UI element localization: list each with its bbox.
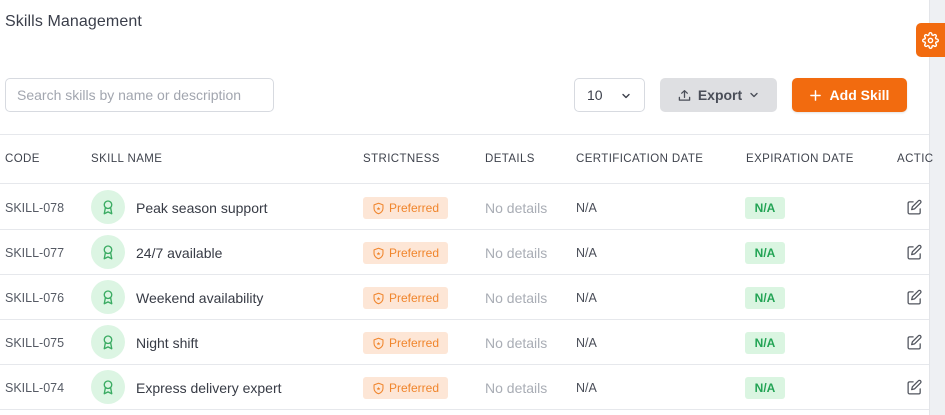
export-label: Export [697, 87, 743, 103]
shield-star-icon [373, 292, 384, 304]
column-header-certification-date[interactable]: CERTIFICATION DATE [576, 153, 703, 165]
expiration-date-badge: N/A [745, 242, 785, 264]
pencil-icon [906, 334, 922, 350]
page-size-select[interactable]: 10 [574, 78, 645, 112]
column-header-expiration-date[interactable]: EXPIRATION DATE [746, 153, 854, 165]
strictness-label: Preferred [389, 291, 440, 305]
expiration-date-badge: N/A [745, 377, 785, 399]
export-button[interactable]: Export [660, 78, 777, 112]
skill-details: No details [485, 334, 548, 351]
skill-name: 24/7 available [136, 244, 223, 261]
pencil-icon [906, 199, 922, 215]
shield-star-icon [373, 382, 384, 394]
skill-code: SKILL-078 [5, 200, 65, 215]
award-icon [103, 290, 113, 305]
skill-details: No details [485, 199, 548, 216]
strictness-label: Preferred [389, 246, 440, 260]
settings-button[interactable] [916, 23, 945, 57]
strictness-badge: Preferred [363, 332, 449, 354]
strictness-badge: Preferred [363, 287, 449, 309]
shield-star-icon [373, 247, 384, 259]
table-row[interactable]: SKILL-077 24/7 available Preferred No detai… [0, 230, 929, 275]
certification-date: N/A [576, 245, 597, 260]
strictness-badge: Preferred [363, 377, 449, 399]
column-header-details[interactable]: DETAILS [485, 153, 535, 165]
table-header: CODE SKILL NAME STRICTNESS DETAILS CERTI… [0, 135, 933, 184]
chevron-down-icon [622, 93, 630, 99]
column-header-code[interactable]: CODE [5, 153, 40, 165]
edit-button[interactable] [905, 378, 923, 396]
search-input[interactable] [5, 78, 274, 112]
table-row[interactable]: SKILL-075 Night shift Preferred No details N… [0, 320, 929, 365]
certification-date: N/A [576, 335, 597, 350]
add-skill-label: Add Skill [829, 87, 890, 103]
certification-date: N/A [576, 200, 597, 215]
edit-button[interactable] [905, 243, 923, 261]
upload-icon [678, 89, 691, 101]
edit-button[interactable] [905, 198, 923, 216]
award-icon [103, 335, 113, 350]
skills-management-page: Skills Management 10 Export Add Skill CO… [0, 0, 945, 415]
edit-button[interactable] [905, 288, 923, 306]
skill-details: No details [485, 289, 548, 306]
gear-icon [922, 31, 939, 49]
skill-name: Peak season support [136, 199, 268, 216]
column-header-actions: ACTIC [897, 153, 934, 165]
award-icon [103, 245, 113, 260]
award-icon [103, 380, 113, 395]
add-skill-button[interactable]: Add Skill [792, 78, 907, 112]
skill-code: SKILL-074 [5, 380, 65, 395]
pencil-icon [906, 244, 922, 260]
page-title: Skills Management [5, 13, 142, 30]
strictness-label: Preferred [389, 201, 440, 215]
skill-avatar [91, 190, 125, 224]
certification-date: N/A [576, 380, 597, 395]
column-header-skill-name[interactable]: SKILL NAME [91, 153, 162, 165]
chevron-down-icon [750, 92, 758, 98]
skill-avatar [91, 325, 125, 359]
skill-avatar [91, 235, 125, 269]
skill-avatar [91, 280, 125, 314]
right-rail [929, 0, 945, 415]
skill-code: SKILL-076 [5, 290, 65, 305]
strictness-label: Preferred [389, 381, 440, 395]
skill-name: Weekend availability [136, 289, 264, 306]
strictness-badge: Preferred [363, 242, 449, 264]
shield-star-icon [373, 202, 384, 214]
column-header-strictness[interactable]: STRICTNESS [363, 153, 440, 165]
page-size-value: 10 [587, 87, 603, 103]
skill-details: No details [485, 379, 548, 396]
table-row[interactable]: SKILL-076 Weekend availability Preferred No… [0, 275, 929, 320]
pencil-icon [906, 379, 922, 395]
table-row[interactable]: SKILL-078 Peak season support Preferred No … [0, 185, 929, 230]
skill-code: SKILL-077 [5, 245, 65, 260]
skill-details: No details [485, 244, 548, 261]
expiration-date-badge: N/A [745, 332, 785, 354]
certification-date: N/A [576, 290, 597, 305]
skill-name: Night shift [136, 334, 199, 351]
strictness-badge: Preferred [363, 197, 449, 219]
expiration-date-badge: N/A [745, 287, 785, 309]
edit-button[interactable] [905, 333, 923, 351]
pencil-icon [906, 289, 922, 305]
skill-name: Express delivery expert [136, 379, 282, 396]
plus-icon [809, 89, 821, 101]
strictness-label: Preferred [389, 336, 440, 350]
expiration-date-badge: N/A [745, 197, 785, 219]
skill-code: SKILL-075 [5, 335, 65, 350]
award-icon [103, 200, 113, 215]
skill-avatar [91, 370, 125, 404]
shield-star-icon [373, 337, 384, 349]
table-row[interactable]: SKILL-074 Express delivery expert Preferre… [0, 365, 929, 410]
